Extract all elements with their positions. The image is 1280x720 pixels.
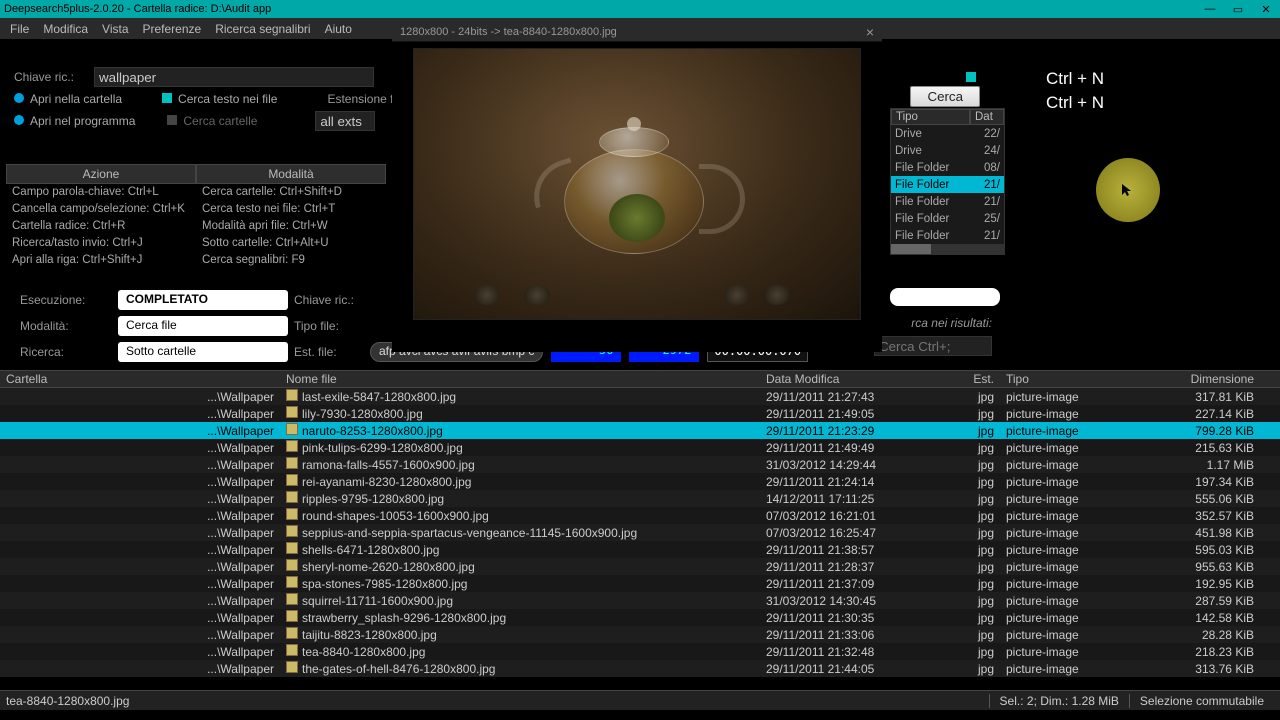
- maximize-button[interactable]: ▭: [1228, 3, 1248, 16]
- col-est[interactable]: Est.: [940, 372, 1000, 386]
- search-key-input[interactable]: [94, 67, 374, 87]
- shortcuts-azione: Campo parola-chiave: Ctrl+LCancella camp…: [6, 184, 196, 269]
- preview-title: 1280x800 - 24bits -> tea-8840-1280x800.j…: [400, 26, 617, 38]
- col-data[interactable]: Data Modifica: [760, 372, 940, 386]
- exec-value: COMPLETATO: [118, 290, 288, 310]
- shortcut-hint-overlay: Ctrl + NCtrl + N: [1028, 55, 1260, 151]
- table-row[interactable]: ...\Wallpapertea-8840-1280x800.jpg29/11/…: [0, 643, 1280, 660]
- cursor-highlight: [1096, 158, 1160, 222]
- status-selection: Sel.: 2; Dim.: 1.28 MiB: [989, 694, 1129, 708]
- menu-ricerca-segnalibri[interactable]: Ricerca segnalibri: [215, 22, 310, 36]
- titlebar[interactable]: Deepsearch5plus-2.0.20 - Cartella radice…: [0, 0, 1280, 18]
- table-row[interactable]: ...\Wallpapersquirrel-11711-1600x900.jpg…: [0, 592, 1280, 609]
- cursor-icon: [1120, 182, 1136, 198]
- preview-close-icon[interactable]: ×: [866, 24, 874, 40]
- table-row[interactable]: ...\Wallpaperspa-stones-7985-1280x800.jp…: [0, 575, 1280, 592]
- table-row[interactable]: ...\Wallpaperlily-7930-1280x800.jpg29/11…: [0, 405, 1280, 422]
- search-mode-value: Sotto cartelle: [118, 342, 288, 362]
- table-row[interactable]: ...\Wallpaperpink-tulips-6299-1280x800.j…: [0, 439, 1280, 456]
- menu-preferenze[interactable]: Preferenze: [143, 22, 202, 36]
- exec-label: Esecuzione:: [20, 293, 112, 307]
- table-row[interactable]: ...\Wallpapernaruto-8253-1280x800.jpg29/…: [0, 422, 1280, 439]
- status-toggle[interactable]: Selezione commutabile: [1129, 694, 1274, 708]
- results-search-input[interactable]: [874, 336, 992, 356]
- table-row[interactable]: ...\Wallpaperseppius-and-seppia-spartacu…: [0, 524, 1280, 541]
- table-row[interactable]: ...\Wallpaperramona-falls-4557-1600x900.…: [0, 456, 1280, 473]
- col-dat[interactable]: Dat: [970, 109, 1004, 125]
- open-in-folder-option[interactable]: Apri nella cartella: [14, 92, 122, 106]
- table-row[interactable]: ...\Wallpaperrei-ayanami-8230-1280x800.j…: [0, 473, 1280, 490]
- table-row[interactable]: ...\Wallpapersheryl-nome-2620-1280x800.j…: [0, 558, 1280, 575]
- mode-value: Cerca file: [118, 316, 288, 336]
- minimize-button[interactable]: —: [1200, 3, 1220, 16]
- results-grid[interactable]: ...\Wallpaperlast-exile-5847-1280x800.jp…: [0, 388, 1280, 690]
- grid-header[interactable]: Cartella Nome file Data Modifica Est. Ti…: [0, 370, 1280, 388]
- table-row[interactable]: ...\Wallpapershells-6471-1280x800.jpg29/…: [0, 541, 1280, 558]
- search-mode-label: Ricerca:: [20, 345, 112, 359]
- results-label: rca nei risultati:: [911, 316, 992, 330]
- preview-window[interactable]: 1280x800 - 24bits -> tea-8840-1280x800.j…: [392, 22, 882, 352]
- type-row[interactable]: File Folder08/: [891, 159, 1004, 176]
- h-scrollbar[interactable]: [891, 244, 1004, 254]
- status-file: tea-8840-1280x800.jpg: [6, 694, 129, 708]
- table-row[interactable]: ...\Wallpapertaijitu-8823-1280x800.jpg29…: [0, 626, 1280, 643]
- mode-label: Modalità:: [20, 319, 112, 333]
- menu-vista[interactable]: Vista: [102, 22, 128, 36]
- table-row[interactable]: ...\Wallpaperlast-exile-5847-1280x800.jp…: [0, 388, 1280, 405]
- open-in-program-option[interactable]: Apri nel programma: [14, 114, 135, 128]
- table-row[interactable]: ...\Wallpaperripples-9795-1280x800.jpg14…: [0, 490, 1280, 507]
- type-row[interactable]: Drive22/: [891, 125, 1004, 142]
- table-row[interactable]: ...\Wallpaperround-shapes-10053-1600x900…: [0, 507, 1280, 524]
- key2-label: Chiave ric.:: [294, 293, 364, 307]
- search-text-option[interactable]: Cerca testo nei file: [162, 92, 277, 106]
- type-row[interactable]: File Folder21/: [891, 227, 1004, 244]
- menu-aiuto[interactable]: Aiuto: [325, 22, 352, 36]
- type-row[interactable]: File Folder25/: [891, 210, 1004, 227]
- ext-input[interactable]: [315, 111, 375, 131]
- col-cartella[interactable]: Cartella: [0, 372, 280, 386]
- col-tipo[interactable]: Tipo: [891, 109, 970, 125]
- col-tipo-file[interactable]: Tipo: [1000, 372, 1160, 386]
- col-modalita[interactable]: Modalità: [196, 164, 386, 184]
- type-row[interactable]: File Folder21/: [891, 193, 1004, 210]
- shortcuts-modalita: Cerca cartelle: Ctrl+Shift+DCerca testo …: [196, 184, 386, 269]
- extfile-label: Est. file:: [294, 345, 364, 359]
- menu-modifica[interactable]: Modifica: [43, 22, 88, 36]
- table-row[interactable]: ...\Wallpaperthe-gates-of-hell-8476-1280…: [0, 660, 1280, 677]
- col-nome-file[interactable]: Nome file: [280, 372, 760, 386]
- statusbar: tea-8840-1280x800.jpg Sel.: 2; Dim.: 1.2…: [0, 690, 1280, 710]
- cerca-button[interactable]: Cerca: [910, 86, 980, 107]
- progress-pill: [890, 288, 1000, 306]
- preview-image: [413, 48, 861, 320]
- type-row[interactable]: File Folder21/: [891, 176, 1004, 193]
- unknown-checkbox[interactable]: [966, 72, 976, 82]
- col-azione[interactable]: Azione: [6, 164, 196, 184]
- window-title: Deepsearch5plus-2.0.20 - Cartella radice…: [4, 3, 271, 15]
- search-key-label: Chiave ric.:: [14, 70, 74, 84]
- search-folders-option[interactable]: Cerca cartelle: [167, 114, 257, 128]
- menu-file[interactable]: File: [10, 22, 29, 36]
- table-row[interactable]: ...\Wallpaperstrawberry_splash-9296-1280…: [0, 609, 1280, 626]
- type-row[interactable]: Drive24/: [891, 142, 1004, 159]
- type-table[interactable]: TipoDat Drive22/Drive24/File Folder08/Fi…: [890, 108, 1005, 255]
- type-label: Tipo file:: [294, 319, 364, 333]
- close-button[interactable]: ✕: [1256, 3, 1276, 16]
- col-dimensione[interactable]: Dimensione: [1160, 372, 1260, 386]
- shortcut-tables: Azione Modalità Campo parola-chiave: Ctr…: [6, 164, 386, 269]
